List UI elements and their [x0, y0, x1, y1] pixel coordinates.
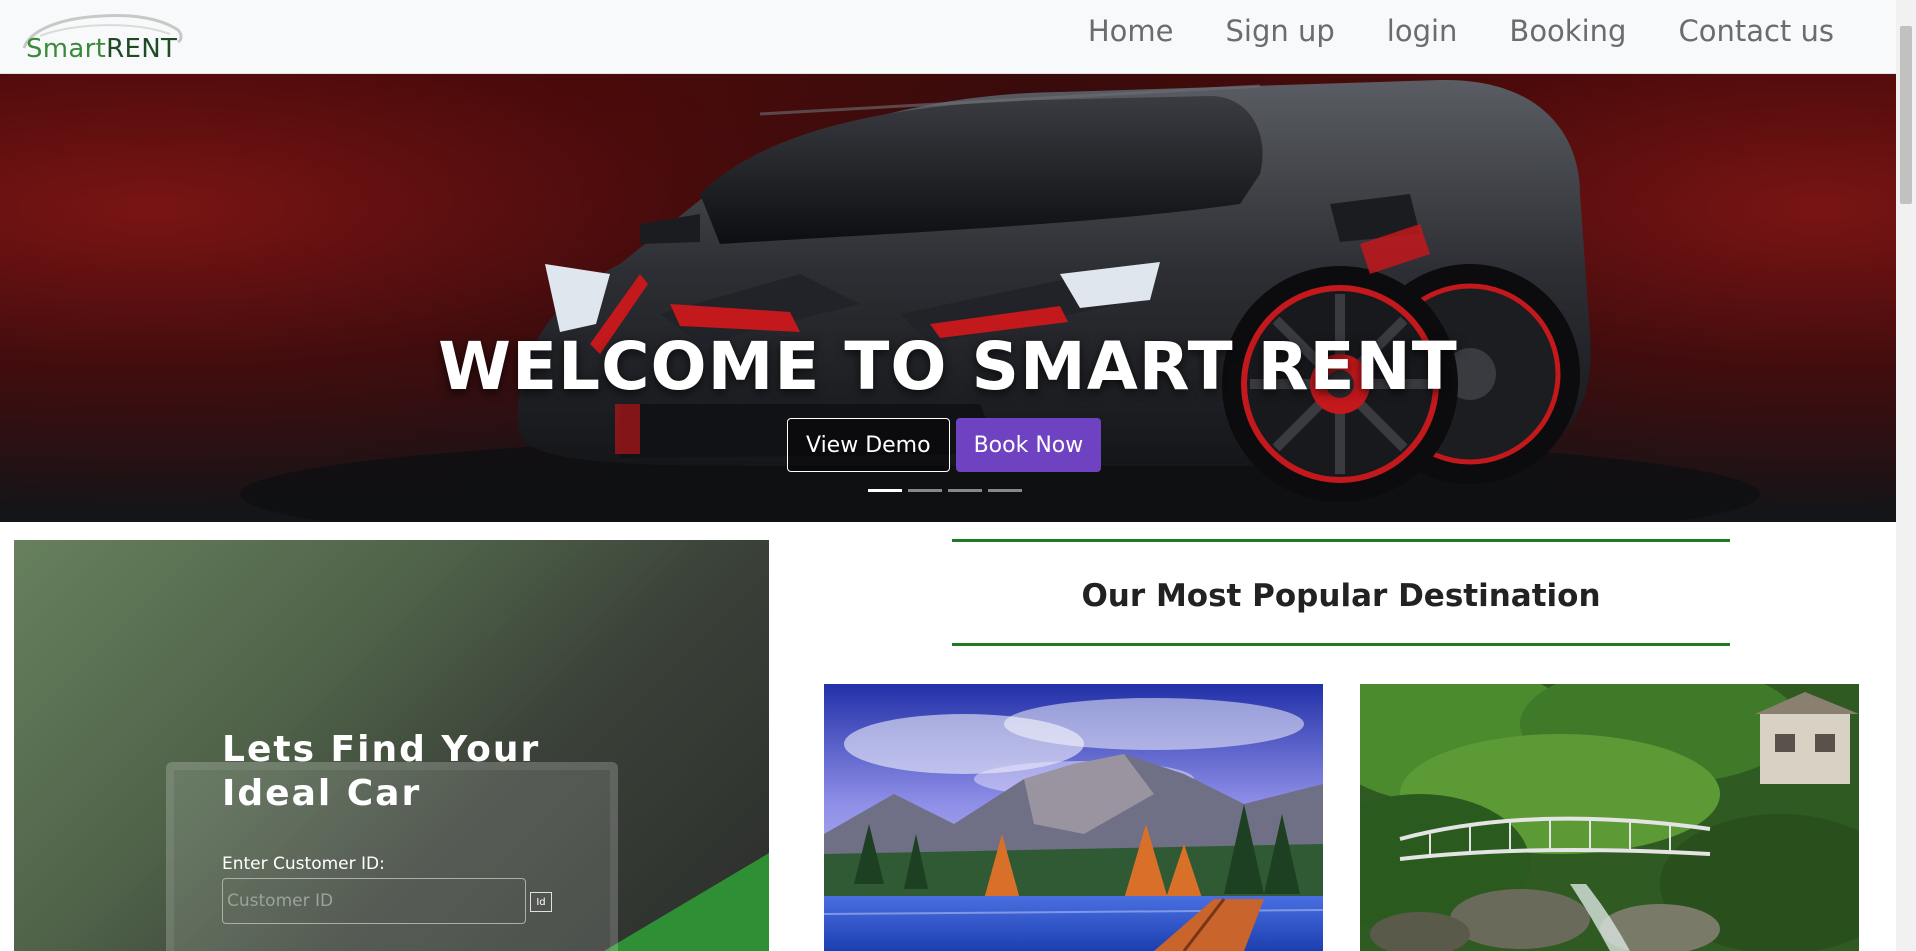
view-demo-button[interactable]: View Demo — [787, 418, 950, 472]
id-card-icon: Id — [530, 892, 552, 912]
customer-id-label: Enter Customer ID: — [222, 854, 385, 874]
hero-title: WELCOME TO SMART RENT — [438, 328, 1458, 405]
nav-booking[interactable]: Booking — [1509, 14, 1626, 48]
navbar: SmartRENT Home Sign up login Booking Con… — [0, 0, 1896, 74]
book-now-button[interactable]: Book Now — [955, 418, 1102, 472]
nav-home[interactable]: Home — [1088, 14, 1174, 48]
jungle-bridge-image — [1360, 684, 1859, 951]
nav-sign-up[interactable]: Sign up — [1226, 14, 1335, 48]
carousel-indicator-2[interactable] — [908, 489, 942, 492]
nav-login[interactable]: login — [1387, 14, 1458, 48]
carousel-indicator-1[interactable] — [868, 489, 902, 492]
page-scrollbar[interactable] — [1896, 0, 1916, 951]
mountain-river-image — [824, 684, 1323, 951]
nav-contact-us[interactable]: Contact us — [1678, 14, 1834, 48]
hero-carousel: WELCOME TO SMART RENT View Demo Book Now — [0, 74, 1896, 522]
nav-links: Home Sign up login Booking Contact us — [1088, 14, 1834, 48]
carousel-indicator-3[interactable] — [948, 489, 982, 492]
carousel-indicator-4[interactable] — [988, 489, 1022, 492]
destination-card-jungle-bridge[interactable] — [1360, 684, 1859, 951]
find-car-panel: Lets Find Your Ideal Car Enter Customer … — [14, 540, 769, 951]
divider-top — [952, 539, 1730, 542]
logo-text: SmartRENT — [26, 34, 178, 64]
divider-bottom — [952, 643, 1730, 646]
hero-buttons: View Demo Book Now — [787, 418, 1102, 472]
destination-card-mountain-river[interactable] — [824, 684, 1323, 951]
scrollbar-thumb[interactable] — [1900, 26, 1912, 204]
find-car-title: Lets Find Your Ideal Car — [222, 729, 541, 814]
destinations-title: Our Most Popular Destination — [1081, 578, 1601, 614]
customer-id-input[interactable] — [222, 878, 526, 924]
green-corner-decoration — [604, 853, 769, 951]
smartrent-logo[interactable]: SmartRENT — [20, 8, 185, 66]
carousel-indicators — [868, 489, 1022, 492]
